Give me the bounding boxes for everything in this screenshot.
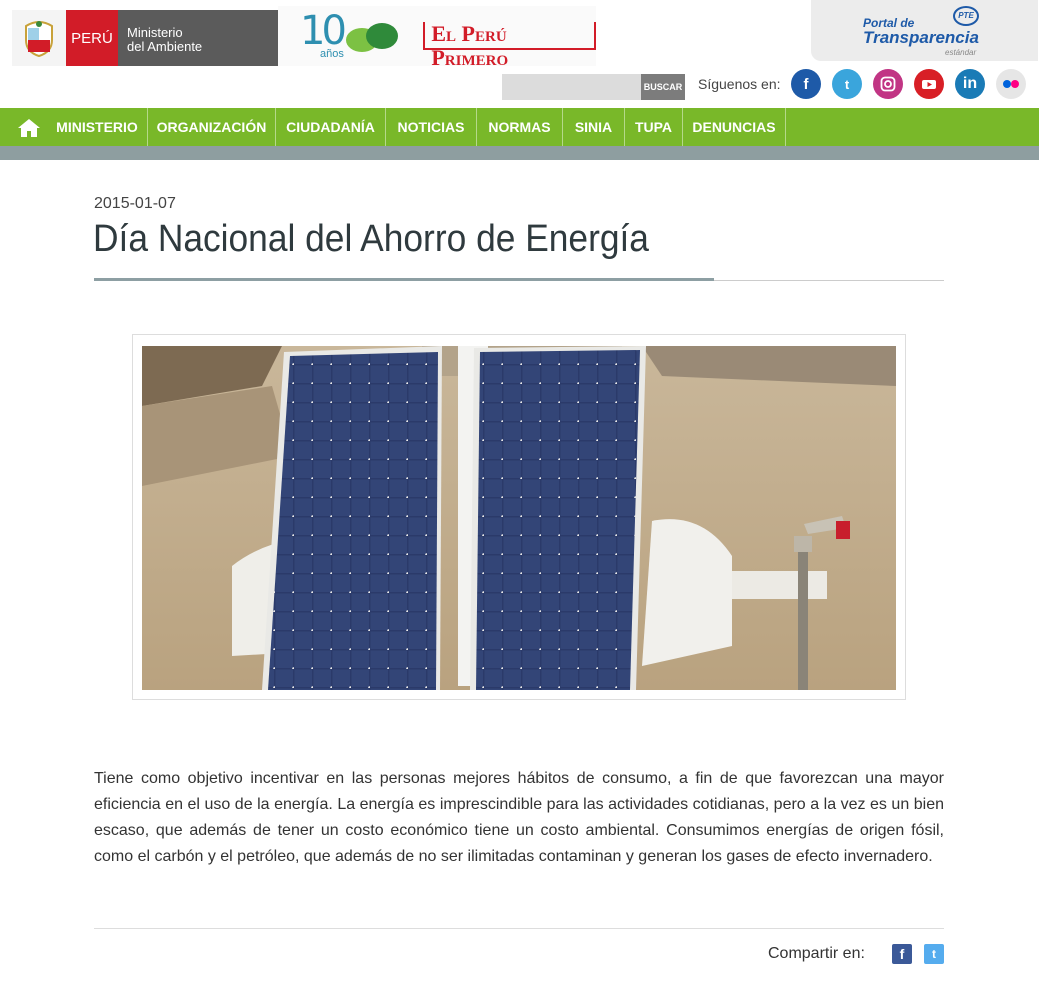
home-icon[interactable] — [18, 119, 40, 137]
anniversary-banner[interactable]: 10 años El Perú Primero — [278, 6, 596, 70]
share-twitter-icon[interactable]: t — [924, 944, 944, 964]
nav-item-noticias[interactable]: NOTICIAS — [386, 108, 477, 146]
article-image — [132, 334, 906, 700]
nav-item-sinia[interactable]: SINIA — [563, 108, 625, 146]
nav-item-normas[interactable]: NORMAS — [477, 108, 563, 146]
pte-badge-label: PTE — [958, 11, 974, 20]
main-navigation: MINISTERIO ORGANIZACIÓN CIUDADANÍA NOTIC… — [0, 108, 1039, 146]
follow-label: Síguenos en: — [698, 76, 781, 92]
instagram-icon[interactable] — [873, 69, 903, 99]
ten-years-word: años — [320, 48, 344, 60]
nav-item-ministerio[interactable]: MINISTERIO — [47, 108, 148, 146]
article-title: Día Nacional del Ahorro de Energía — [93, 218, 649, 260]
youtube-icon[interactable] — [914, 69, 944, 99]
pte-badge-icon: PTE — [953, 6, 979, 26]
portal-line-2: Transparencia — [863, 28, 979, 47]
facebook-icon[interactable]: f — [791, 69, 821, 99]
ministry-name: Ministerio del Ambiente — [118, 10, 278, 66]
nav-underline — [0, 146, 1039, 160]
portal-line-3: estándar — [945, 48, 977, 57]
title-divider-light — [714, 280, 944, 281]
nav-item-ciudadania[interactable]: CIUDADANÍA — [276, 108, 386, 146]
share-label: Compartir en: — [768, 945, 865, 962]
coat-of-arms-icon — [12, 10, 66, 66]
search-button[interactable]: BUSCAR — [641, 74, 685, 100]
ten-years-logo: 10 años — [300, 6, 409, 66]
share-facebook-icon[interactable]: f — [892, 944, 912, 964]
solar-panels-photo — [142, 346, 896, 690]
site-header: PERÚ Ministerio del Ambiente 10 años El … — [0, 0, 1039, 106]
leaf-icon — [346, 23, 398, 52]
ministry-logo[interactable]: PERÚ Ministerio del Ambiente — [12, 10, 278, 66]
transparency-portal-link[interactable]: Portal de Transparencia estándar PTE — [811, 0, 1038, 61]
ministry-line-2: del Ambiente — [127, 39, 203, 54]
article-date: 2015-01-07 — [94, 195, 176, 212]
flickr-icon[interactable] — [996, 69, 1026, 99]
twitter-icon[interactable]: t — [832, 69, 862, 99]
title-divider — [94, 278, 714, 281]
ministry-line-1: Ministerio — [127, 25, 183, 40]
search-input[interactable] — [502, 74, 641, 100]
linkedin-icon[interactable]: in — [955, 69, 985, 99]
peru-label: PERÚ — [66, 10, 118, 66]
slogan: El Perú Primero — [423, 22, 596, 70]
nav-item-tupa[interactable]: TUPA — [625, 108, 683, 146]
nav-item-organizacion[interactable]: ORGANIZACIÓN — [148, 108, 276, 146]
nav-item-denuncias[interactable]: DENUNCIAS — [683, 108, 786, 146]
article-body: Tiene como objetivo incentivar en las pe… — [94, 770, 944, 865]
footer-divider — [94, 928, 944, 929]
